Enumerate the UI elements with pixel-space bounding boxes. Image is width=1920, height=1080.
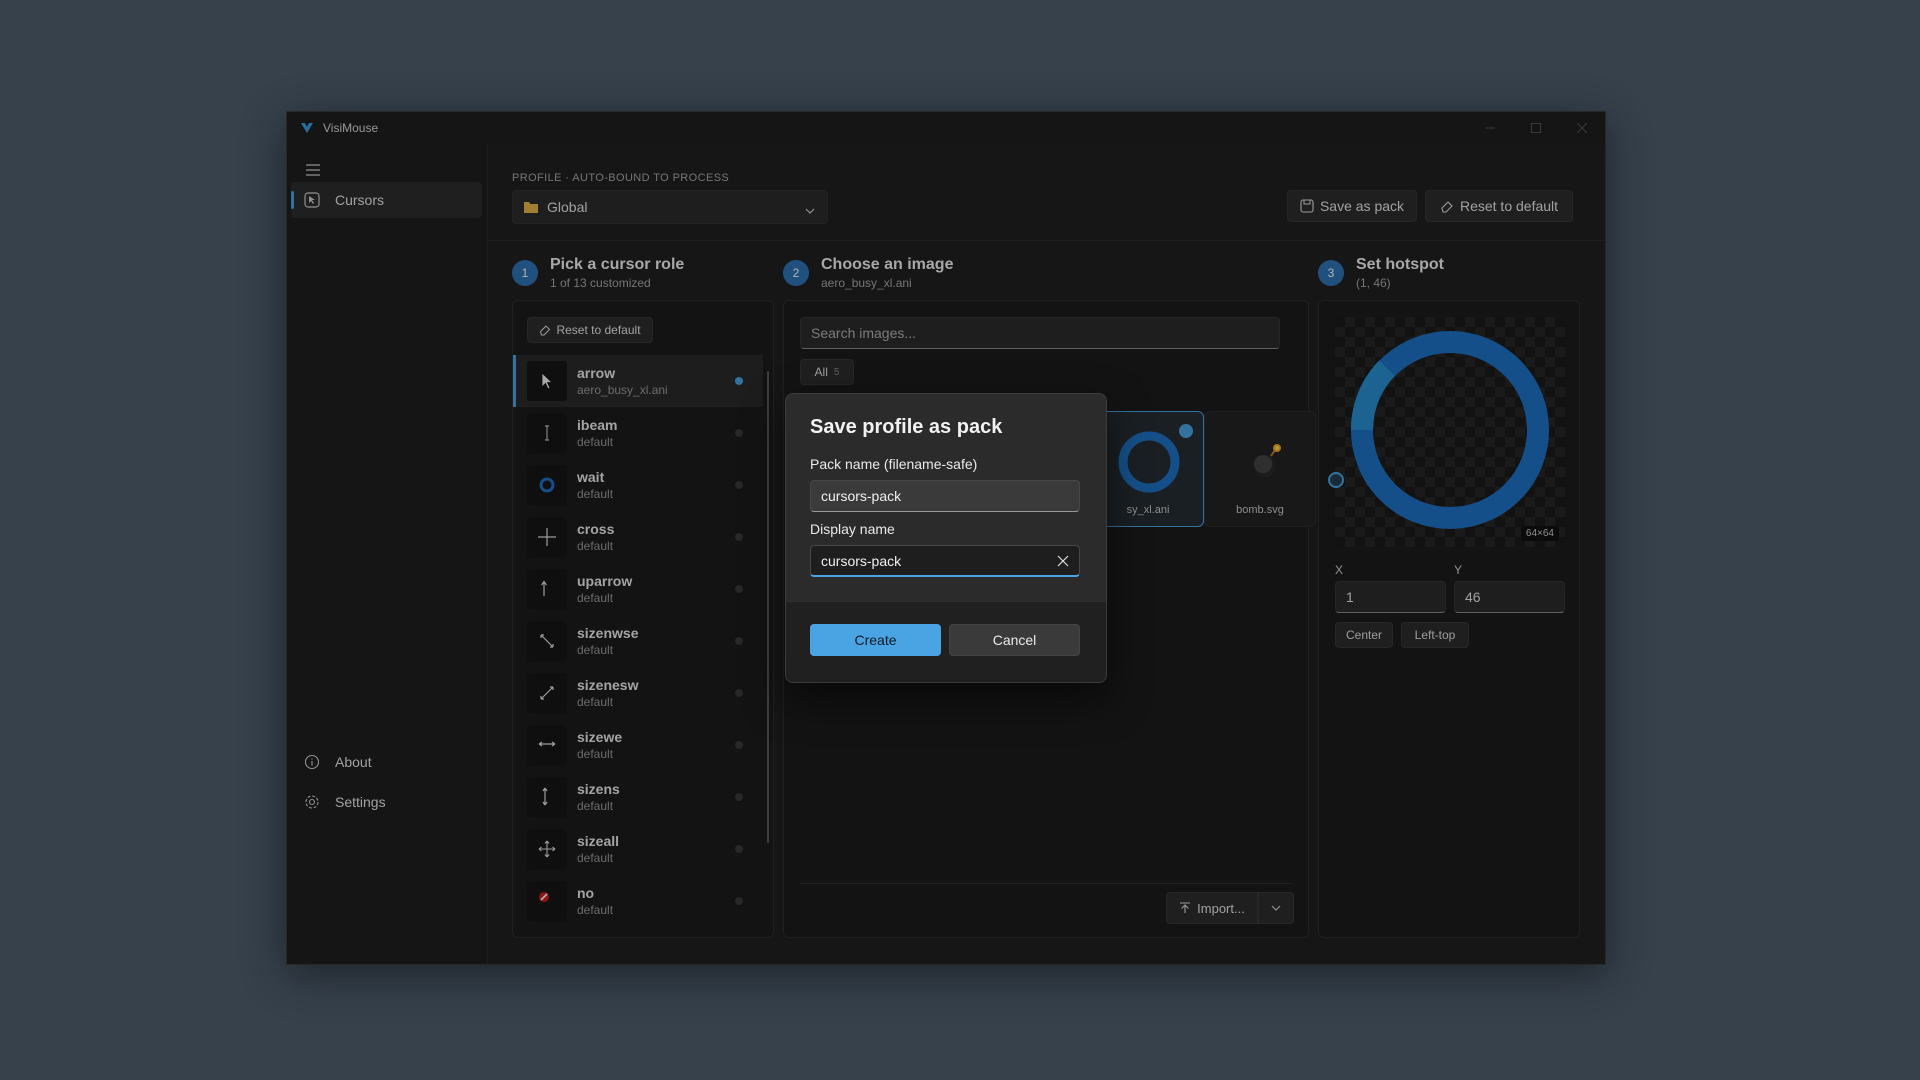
display-name-value: cursors-pack bbox=[821, 552, 902, 569]
cancel-label: Cancel bbox=[992, 632, 1037, 648]
display-name-input[interactable]: cursors-pack bbox=[810, 545, 1080, 577]
display-name-label: Display name bbox=[810, 521, 895, 537]
pack-name-input[interactable]: cursors-pack bbox=[810, 480, 1080, 512]
pack-name-value: cursors-pack bbox=[821, 488, 902, 504]
clear-input-icon[interactable] bbox=[1057, 555, 1069, 567]
create-label: Create bbox=[854, 632, 897, 648]
pack-name-label: Pack name (filename-safe) bbox=[810, 456, 978, 472]
dialog-footer: Create Cancel bbox=[786, 601, 1106, 682]
create-button[interactable]: Create bbox=[810, 624, 941, 656]
cancel-button[interactable]: Cancel bbox=[949, 624, 1080, 656]
dialog-title: Save profile as pack bbox=[810, 416, 1003, 438]
save-pack-dialog: Save profile as pack Pack name (filename… bbox=[785, 393, 1107, 683]
